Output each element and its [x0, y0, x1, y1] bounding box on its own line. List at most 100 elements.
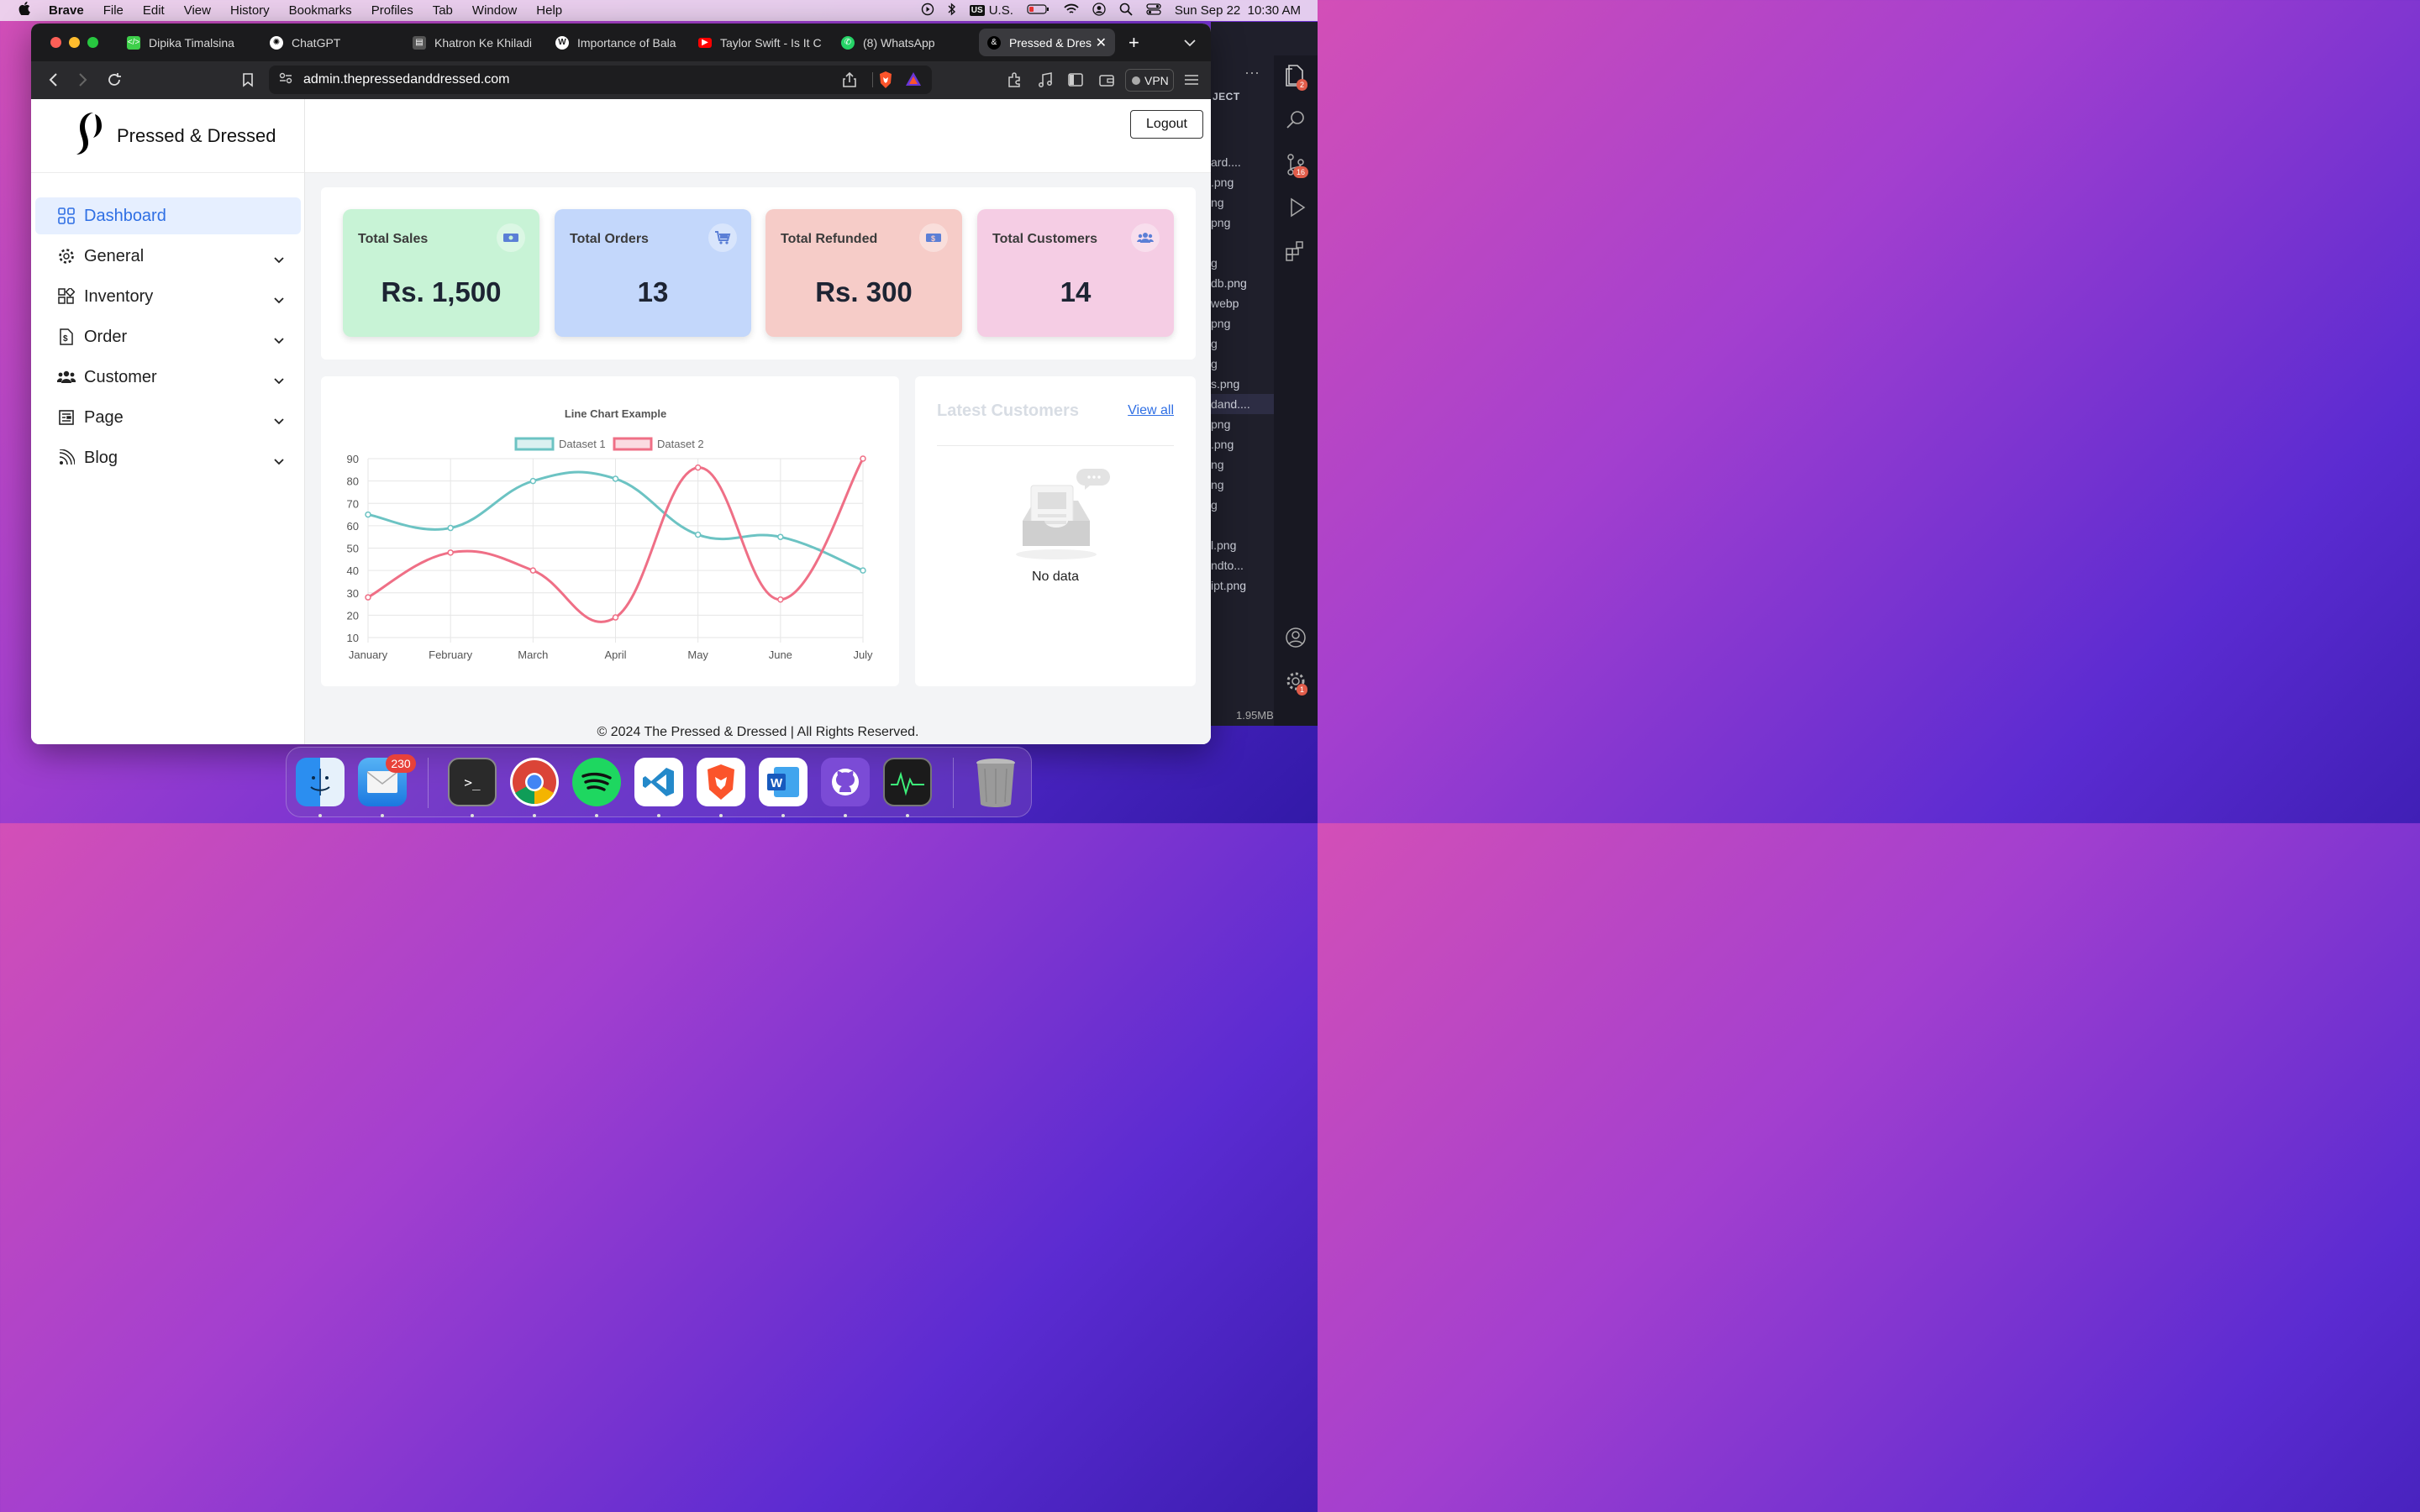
file-list-item[interactable]: l.png [1211, 535, 1274, 555]
spotify-icon[interactable] [572, 758, 621, 806]
file-list-item[interactable]: g [1211, 354, 1274, 374]
file-list-item[interactable] [1211, 233, 1274, 253]
minimize-window-button[interactable] [69, 37, 80, 48]
brave-shields-icon[interactable] [878, 71, 893, 93]
forward-icon[interactable] [75, 71, 92, 88]
file-list-item[interactable]: ng [1211, 192, 1274, 213]
file-list-item[interactable]: png [1211, 414, 1274, 434]
menu-view[interactable]: View [184, 3, 211, 18]
menu-profiles[interactable]: Profiles [371, 3, 413, 18]
menu-help[interactable]: Help [536, 3, 562, 18]
battery-icon[interactable] [1027, 3, 1050, 18]
address-bar[interactable]: admin.thepressedanddressed.com [269, 66, 932, 94]
hamburger-menu-icon[interactable] [1183, 71, 1200, 88]
apple-icon[interactable] [0, 2, 49, 19]
trash-icon[interactable] [971, 758, 1020, 807]
tab-dipika[interactable]: </> Dipika Timalsina [118, 29, 261, 56]
spotlight-search-icon[interactable] [1119, 3, 1133, 19]
bluetooth-icon[interactable] [948, 2, 956, 19]
file-list-item[interactable]: g [1211, 495, 1274, 515]
wallet-icon[interactable] [1098, 71, 1115, 88]
site-settings-icon[interactable] [279, 72, 292, 88]
file-list-item[interactable]: s.png [1211, 374, 1274, 394]
menu-file[interactable]: File [103, 3, 124, 18]
nav-inventory[interactable]: Inventory [35, 278, 301, 315]
search-icon[interactable] [1285, 109, 1307, 134]
input-source-icon[interactable]: US U.S. [969, 3, 1013, 18]
menu-history[interactable]: History [230, 3, 270, 18]
brave-rewards-icon[interactable] [905, 71, 922, 91]
file-list-item[interactable] [1211, 112, 1274, 132]
chrome-icon[interactable] [510, 758, 559, 806]
nav-customer[interactable]: Customer [35, 359, 301, 396]
logout-button[interactable]: Logout [1130, 110, 1203, 139]
file-list-item[interactable]: ng [1211, 475, 1274, 495]
user-icon[interactable] [1092, 2, 1106, 19]
tab-importance[interactable]: W Importance of Bala [547, 29, 690, 56]
brave-icon[interactable] [697, 758, 745, 806]
play-icon[interactable] [921, 3, 934, 19]
menubar-datetime[interactable]: Sun Sep 22 10:30 AM [1175, 3, 1301, 18]
explorer-icon[interactable]: 2 [1285, 64, 1308, 91]
file-list-item[interactable]: ipt.png [1211, 575, 1274, 596]
file-list-item[interactable]: png [1211, 213, 1274, 233]
wifi-icon[interactable] [1064, 3, 1079, 18]
file-list-item[interactable]: db.png [1211, 273, 1274, 293]
tab-whatsapp[interactable]: ✆ (8) WhatsApp [833, 29, 976, 56]
menu-bookmarks[interactable]: Bookmarks [289, 3, 352, 18]
file-list-item[interactable]: ard.... [1211, 152, 1274, 172]
file-list-item[interactable]: ng [1211, 454, 1274, 475]
extensions-icon[interactable] [1285, 240, 1307, 265]
vpn-button[interactable]: VPN [1125, 69, 1174, 92]
extensions-puzzle-icon[interactable] [1006, 71, 1023, 88]
sidebar-toggle-icon[interactable] [1067, 71, 1084, 88]
file-list-item[interactable] [1211, 515, 1274, 535]
line-chart[interactable]: Line Chart Example Dataset 1 Dataset 2 10 20… [321, 376, 899, 686]
file-list-item[interactable]: .png [1211, 434, 1274, 454]
nav-order[interactable]: $ Order [35, 318, 301, 355]
run-debug-icon[interactable] [1285, 197, 1307, 221]
more-icon[interactable]: ··· [1244, 64, 1260, 81]
file-list-item[interactable]: g [1211, 253, 1274, 273]
source-control-icon[interactable]: 16 [1285, 153, 1309, 179]
activity-monitor-icon[interactable] [883, 758, 932, 806]
menu-edit[interactable]: Edit [143, 3, 165, 18]
word-icon[interactable]: W [759, 758, 808, 806]
close-window-button[interactable] [50, 37, 61, 48]
vscode-icon[interactable] [634, 758, 683, 806]
file-list-item[interactable]: .png [1211, 172, 1274, 192]
menu-tab[interactable]: Tab [433, 3, 453, 18]
nav-page[interactable]: Page [35, 399, 301, 436]
back-icon[interactable] [45, 71, 61, 88]
tab-pressed-dressed[interactable]: & Pressed & Dres ✕ [979, 29, 1115, 56]
tab-khatron[interactable]: ▤ Khatron Ke Khiladi [404, 29, 547, 56]
finder-icon[interactable] [296, 758, 345, 806]
file-list-item[interactable] [1211, 132, 1274, 152]
file-list-item[interactable]: g [1211, 333, 1274, 354]
reload-icon[interactable] [106, 71, 123, 88]
file-list-item[interactable]: webp [1211, 293, 1274, 313]
menu-window[interactable]: Window [472, 3, 517, 18]
brand[interactable]: & Pressed & Dressed [31, 99, 304, 173]
url-text[interactable]: admin.thepressedanddressed.com [303, 72, 509, 87]
file-list-item[interactable]: ndto... [1211, 555, 1274, 575]
nav-general[interactable]: General [35, 238, 301, 275]
close-tab-icon[interactable]: ✕ [1096, 34, 1107, 51]
zoom-window-button[interactable] [87, 37, 98, 48]
settings-gear-icon[interactable]: 1 [1285, 670, 1308, 696]
file-list-item[interactable]: dand.... [1211, 394, 1274, 414]
share-icon[interactable] [843, 71, 856, 92]
tab-chatgpt[interactable]: ✺ ChatGPT [261, 29, 404, 56]
control-center-icon[interactable] [1146, 3, 1161, 18]
media-music-icon[interactable] [1037, 71, 1054, 88]
tab-taylor-swift[interactable]: ▶ Taylor Swift - Is It C [690, 29, 833, 56]
tab-search-chevron-icon[interactable] [1184, 36, 1196, 50]
view-all-link[interactable]: View all [1128, 403, 1174, 418]
new-tab-button[interactable]: + [1128, 32, 1139, 54]
menu-app-name[interactable]: Brave [49, 3, 84, 18]
nav-dashboard[interactable]: Dashboard [35, 197, 301, 234]
github-icon[interactable] [821, 758, 870, 806]
bookmark-icon[interactable] [239, 71, 256, 88]
account-icon[interactable] [1285, 627, 1307, 651]
terminal-icon[interactable]: >_ [448, 758, 497, 806]
